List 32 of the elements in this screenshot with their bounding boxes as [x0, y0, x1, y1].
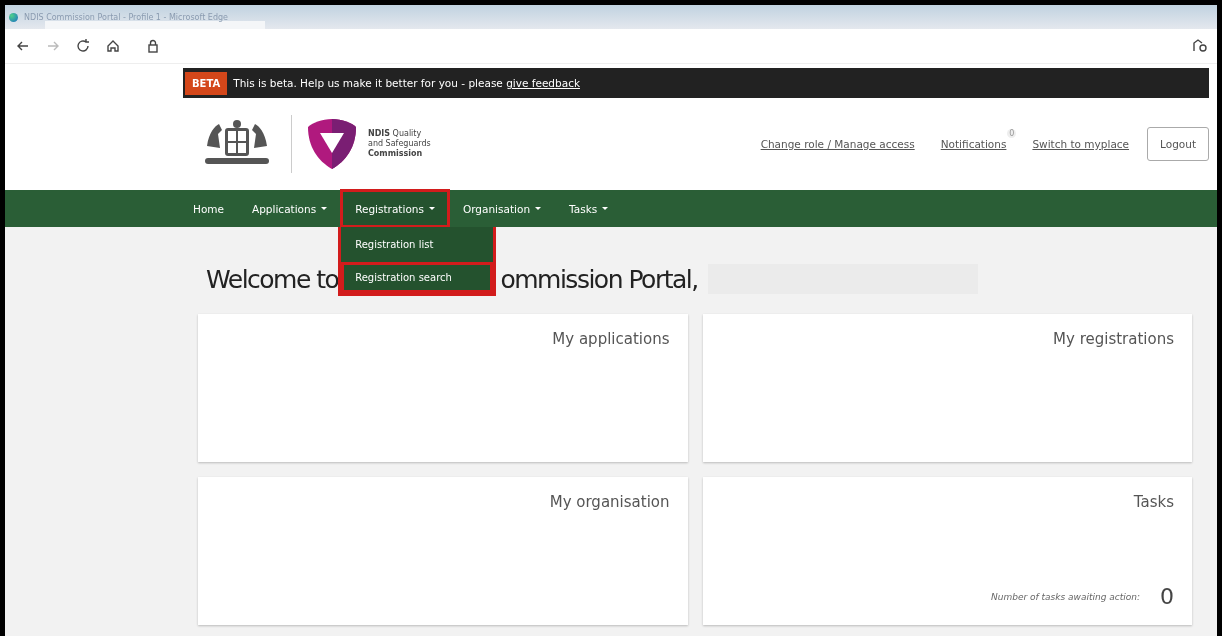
nav-menu-item[interactable]: Tasks	[555, 190, 623, 227]
header-link[interactable]: Notifications	[940, 138, 1007, 150]
logout-button[interactable]: Logout	[1147, 127, 1209, 161]
welcome-heading: Welcome to	[206, 264, 339, 294]
browser-logo-icon	[9, 12, 18, 22]
card-title: My organisation	[548, 493, 670, 511]
feedback-link[interactable]: give feedback	[506, 77, 580, 89]
nav-menu-item[interactable]: Organisation	[448, 190, 556, 227]
card-title: Tasks	[1132, 493, 1174, 511]
logo-text: NDIS Quality	[368, 129, 423, 139]
beta-message: This is beta. Help us make it better for you - please give feedback	[233, 77, 580, 89]
lock-icon[interactable]	[145, 38, 161, 54]
card-title: My applications	[551, 330, 670, 348]
card-note: Number of tasks awaiting action:	[991, 591, 1140, 602]
window-title: NDIS Commission Portal - Profile 1 - Microsoft Edge	[24, 12, 228, 22]
notification-count: 0	[1007, 129, 1017, 138]
refresh-icon[interactable]	[75, 38, 91, 54]
profile-icon[interactable]	[1191, 38, 1207, 54]
beta-badge: BETA	[185, 71, 228, 95]
shield-logo-icon	[306, 117, 358, 171]
nav-menu-item[interactable]: Home	[179, 190, 238, 227]
header-link[interactable]: Change role / Manage access	[760, 138, 915, 150]
logo-text: Commission	[368, 149, 424, 159]
home-icon[interactable]	[105, 38, 121, 54]
header-link[interactable]: Switch to myplace	[1032, 138, 1130, 150]
logo-text: and Safeguards	[368, 139, 431, 149]
dropdown-item[interactable]: Registration search	[341, 262, 494, 293]
welcome-heading: ommission Portal,	[500, 264, 698, 294]
nav-menu-item[interactable]: Applications	[238, 190, 342, 227]
dropdown-item[interactable]: Registration list	[341, 227, 494, 262]
card-title: My registrations	[1052, 330, 1174, 348]
task-count: 0	[1160, 584, 1174, 609]
